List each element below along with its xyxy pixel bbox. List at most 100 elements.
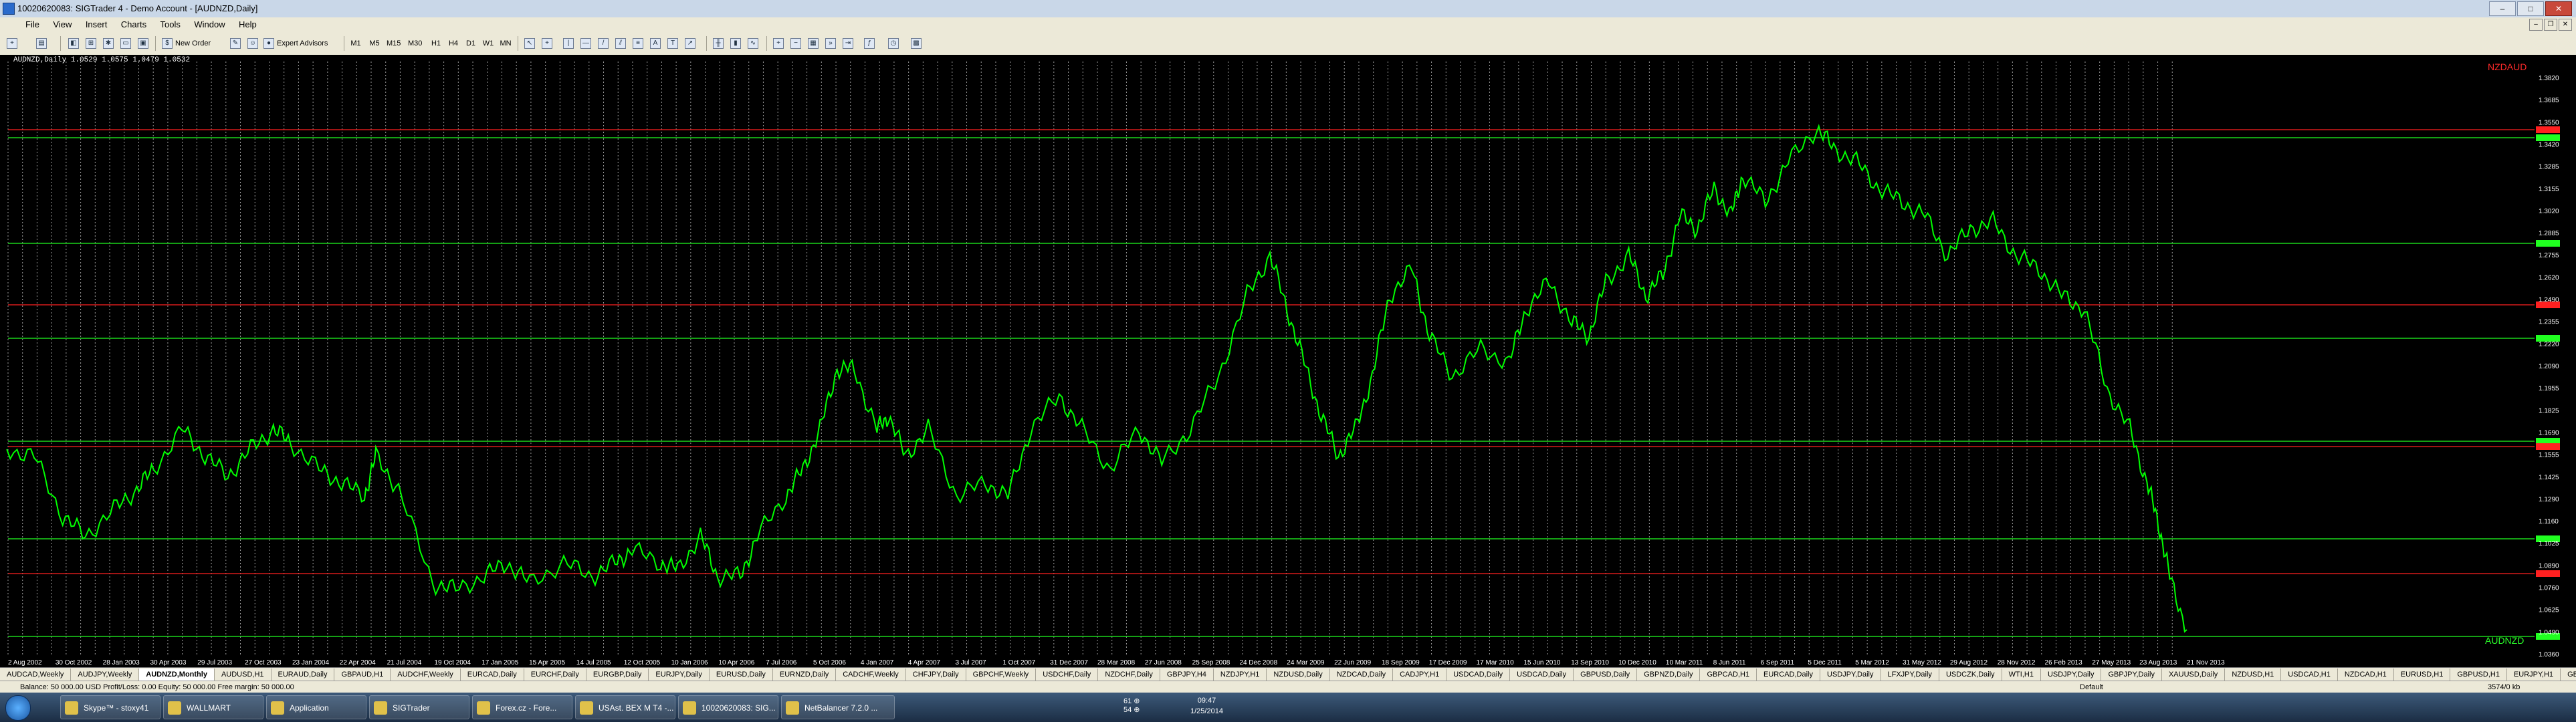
- menu-view[interactable]: View: [47, 17, 77, 32]
- timeframe-mn[interactable]: MN: [499, 37, 512, 50]
- new-chart-button[interactable]: +: [5, 37, 19, 50]
- menu-help[interactable]: Help: [233, 17, 262, 32]
- taskbar-item[interactable]: Application: [266, 695, 366, 719]
- chart-tab[interactable]: NZDCAD,H1: [2338, 669, 2394, 681]
- chart-tab[interactable]: EURJPY,Daily: [649, 669, 710, 681]
- timeframe-h1[interactable]: H1: [429, 37, 443, 50]
- chart-tab[interactable]: GBPAUD,H1: [334, 669, 391, 681]
- chart-tab[interactable]: NZDCAD,Daily: [1330, 669, 1394, 681]
- chart-tab[interactable]: WTI,H1: [2002, 669, 2041, 681]
- chart-tab[interactable]: EURNZD,Daily: [773, 669, 837, 681]
- templates-button[interactable]: ▩: [909, 37, 923, 50]
- chart-tab[interactable]: USDJPY,Daily: [1820, 669, 1881, 681]
- close-button[interactable]: ✕: [2545, 1, 2572, 16]
- taskbar-item[interactable]: Forex.cz - Fore...: [472, 695, 572, 719]
- start-button[interactable]: [5, 695, 31, 721]
- candles-button[interactable]: ▮: [729, 37, 742, 50]
- chart-tab[interactable]: AUDCAD,Weekly: [0, 669, 72, 681]
- timeframe-d1[interactable]: D1: [464, 37, 477, 50]
- bar-chart-button[interactable]: ╫: [712, 37, 725, 50]
- minimize-button[interactable]: –: [2489, 1, 2516, 16]
- zoom-in-button[interactable]: +: [772, 37, 785, 50]
- new-order-button[interactable]: $ New Order: [162, 37, 235, 50]
- chart-tab[interactable]: USDCAD,Daily: [1510, 669, 1574, 681]
- chart-tab[interactable]: USDCHF,Daily: [1036, 669, 1099, 681]
- price-chart[interactable]: 1.3820 1.3685 1.3550 1.3420 1.3285 1.3155 1.30…: [0, 55, 2576, 667]
- horizontal-line-tool[interactable]: —: [579, 37, 593, 50]
- channel-tool[interactable]: ⫽: [614, 37, 627, 50]
- chart-tab[interactable]: XAUUSD,Daily: [2162, 669, 2226, 681]
- trendline-tool[interactable]: /: [597, 37, 610, 50]
- chart-tab[interactable]: NZDJPY,H1: [1214, 669, 1267, 681]
- data-window-button[interactable]: ⊞: [84, 37, 98, 50]
- mdi-close-button[interactable]: ✕: [2559, 19, 2572, 31]
- timeframe-h4[interactable]: H4: [447, 37, 460, 50]
- maximize-button[interactable]: □: [2517, 1, 2544, 16]
- periods-button[interactable]: ◷: [887, 37, 900, 50]
- arrows-tool[interactable]: ↗: [683, 37, 697, 50]
- chart-tab[interactable]: GBPNZD,Daily: [1637, 669, 1701, 681]
- chart-tab[interactable]: EURCAD,Daily: [461, 669, 524, 681]
- taskbar-item[interactable]: Skype™ - stoxy41: [60, 695, 160, 719]
- chart-tab[interactable]: USDCAD,H1: [2281, 669, 2338, 681]
- menu-charts[interactable]: Charts: [116, 17, 152, 32]
- cursor-tool[interactable]: ↖: [523, 37, 536, 50]
- chart-window[interactable]: 1.3820 1.3685 1.3550 1.3420 1.3285 1.3155 1.30…: [0, 55, 2576, 677]
- chart-tab[interactable]: USDCZK,Daily: [1939, 669, 2002, 681]
- chart-tab[interactable]: GBPJPY,H4: [1160, 669, 1214, 681]
- chart-tab[interactable]: USDCAD,Daily: [1446, 669, 1511, 681]
- chart-tab[interactable]: AUDCHF,Weekly: [391, 669, 461, 681]
- taskbar-item[interactable]: NetBalancer 7.2.0 ...: [781, 695, 895, 719]
- expert-advisors-button[interactable]: ● Expert Advisors: [263, 37, 350, 50]
- auto-scroll-button[interactable]: »: [824, 37, 837, 50]
- chart-tab[interactable]: GBPUSD,H1: [2450, 669, 2507, 681]
- chart-tab[interactable]: NZDUSD,H1: [2225, 669, 2282, 681]
- fibonacci-tool[interactable]: ≡: [631, 37, 645, 50]
- chart-tab[interactable]: GBPJPY,Daily: [2561, 669, 2576, 681]
- zoom-out-button[interactable]: −: [789, 37, 802, 50]
- label-tool[interactable]: T: [666, 37, 679, 50]
- chart-tab[interactable]: GBPCAD,H1: [1700, 669, 1757, 681]
- vertical-line-tool[interactable]: |: [562, 37, 575, 50]
- menu-window[interactable]: Window: [189, 17, 230, 32]
- taskbar-item[interactable]: WALLMART: [163, 695, 263, 719]
- menu-tools[interactable]: Tools: [155, 17, 186, 32]
- chart-tab[interactable]: AUDNZD,Monthly: [139, 669, 215, 681]
- chart-tab[interactable]: GBPJPY,Daily: [2101, 669, 2162, 681]
- chart-tab[interactable]: CADCHF,Weekly: [836, 669, 906, 681]
- market-watch-button[interactable]: ◧: [67, 37, 80, 50]
- timeframe-m15[interactable]: M15: [387, 37, 401, 50]
- chart-tab[interactable]: NZDUSD,Daily: [1267, 669, 1330, 681]
- metaeditor-button[interactable]: ✎: [229, 37, 242, 50]
- timeframe-m1[interactable]: M1: [349, 37, 362, 50]
- mdi-minimize-button[interactable]: –: [2529, 19, 2543, 31]
- chart-tab[interactable]: EURUSD,Daily: [710, 669, 773, 681]
- taskbar-item[interactable]: SIGTrader: [369, 695, 469, 719]
- timeframe-m5[interactable]: M5: [368, 37, 381, 50]
- chart-tab[interactable]: EURCHF,Daily: [524, 669, 586, 681]
- line-chart-button[interactable]: ∿: [746, 37, 760, 50]
- text-tool[interactable]: A: [649, 37, 662, 50]
- strategy-tester-button[interactable]: ▣: [136, 37, 150, 50]
- timeframe-w1[interactable]: W1: [481, 37, 495, 50]
- indicators-button[interactable]: ƒ: [863, 37, 876, 50]
- chart-tab[interactable]: USDJPY,Daily: [2041, 669, 2102, 681]
- profiles-button[interactable]: ▤: [35, 37, 48, 50]
- chart-tab[interactable]: EURGBP,Daily: [586, 669, 649, 681]
- chart-tab[interactable]: CHFJPY,Daily: [906, 669, 966, 681]
- chart-shift-button[interactable]: ⇥: [841, 37, 855, 50]
- chart-tab[interactable]: LFXJPY,Daily: [1881, 669, 1939, 681]
- terminal-button[interactable]: ▭: [119, 37, 132, 50]
- menu-insert[interactable]: Insert: [80, 17, 113, 32]
- autotrading-icon-button[interactable]: ☺: [246, 37, 259, 50]
- chart-tab[interactable]: EURCAD,Daily: [1757, 669, 1820, 681]
- chart-tab[interactable]: CADJPY,H1: [1393, 669, 1447, 681]
- timeframe-m30[interactable]: M30: [408, 37, 422, 50]
- mdi-restore-button[interactable]: ❐: [2544, 19, 2557, 31]
- taskbar-item[interactable]: USAst. BEX M T4 -...: [575, 695, 675, 719]
- chart-tab[interactable]: EURJPY,H1: [2507, 669, 2561, 681]
- chart-tab[interactable]: AUDUSD,H1: [215, 669, 272, 681]
- taskbar-clock[interactable]: 09:47 1/25/2014: [1190, 695, 1223, 717]
- navigator-button[interactable]: ✱: [102, 37, 115, 50]
- chart-tab[interactable]: NZDCHF,Daily: [1098, 669, 1160, 681]
